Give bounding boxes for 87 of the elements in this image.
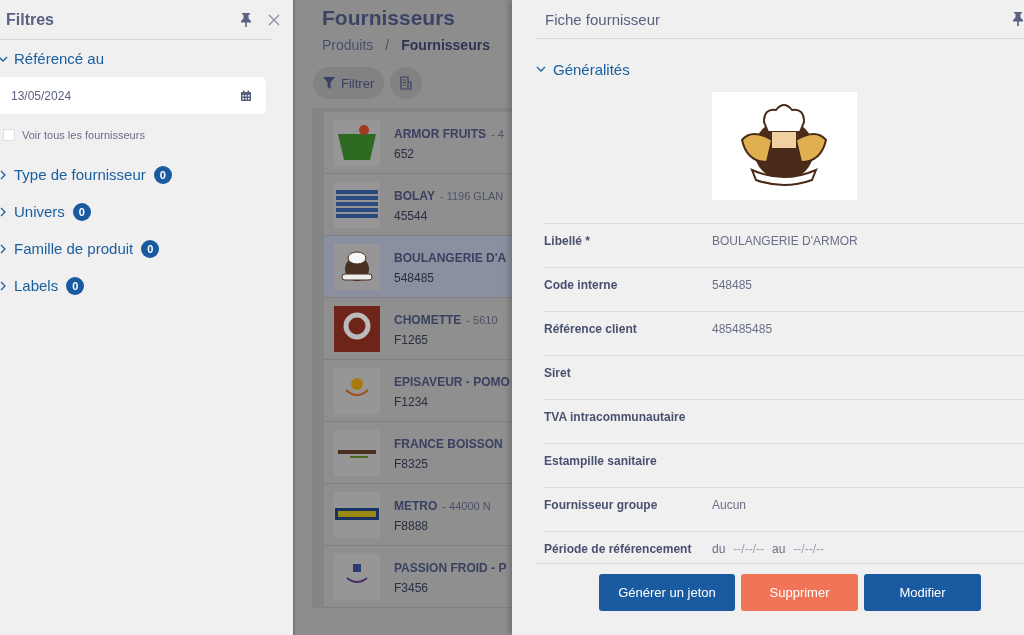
supplier-row[interactable]: METRO - 44000 N F8888 <box>324 484 512 546</box>
chevron-icon <box>0 243 8 254</box>
chevron-icon <box>0 206 8 217</box>
date-value: --/--/-- <box>733 542 764 556</box>
checkbox-label: Voir tous les fournisseurs <box>22 129 145 141</box>
filter-section-toggle[interactable]: Type de fournisseur 0 <box>0 156 273 193</box>
field-label: TVA intracommunautaire <box>544 410 687 424</box>
field-value: 548485 <box>712 278 753 292</box>
field-label: Référence client <box>544 322 638 336</box>
supplier-code: 548485 <box>394 271 436 285</box>
field-label: Siret <box>544 366 572 380</box>
pin-icon[interactable] <box>240 12 252 27</box>
count-badge: 0 <box>141 239 160 258</box>
date-field[interactable]: 13/05/2024 <box>0 77 266 114</box>
supplier-row[interactable]: BOULANGERIE D'A 548485 <box>324 236 512 298</box>
from-label: du <box>712 542 726 556</box>
filter-section-toggle[interactable]: Univers 0 <box>0 193 273 230</box>
supplier-code: 652 <box>394 147 416 161</box>
supplier-name: ARMOR FRUITS <box>394 127 486 141</box>
supplier-location: - 44000 N <box>442 500 491 512</box>
supplier-row[interactable]: ARMOR FRUITS - 4 652 <box>324 112 512 174</box>
supplier-location: - 4 <box>491 128 504 140</box>
supplier-name: CHOMETTE <box>394 313 462 327</box>
field-value: BOULANGERIE D'ARMOR <box>712 234 858 248</box>
supplier-code: F1265 <box>394 333 430 347</box>
checkbox[interactable] <box>3 129 15 141</box>
logo-placeholder <box>334 243 380 290</box>
export-button[interactable] <box>390 67 423 99</box>
filter-section-toggle[interactable]: Labels 0 <box>0 267 273 304</box>
filter-button[interactable]: Filtrer <box>313 67 385 99</box>
action-button[interactable]: Générer un jeton <box>599 574 735 611</box>
pin-icon[interactable] <box>1012 12 1024 26</box>
logo-placeholder <box>334 429 380 476</box>
supplier-location: - 1196 GLAN <box>439 190 504 202</box>
supplier-name: PASSION FROID - P <box>394 561 507 575</box>
field-label: Estampille sanitaire <box>544 454 658 468</box>
document-icon <box>399 76 414 90</box>
logo-placeholder <box>334 553 380 600</box>
supplier-row[interactable]: FRANCE BOISSON F8325 <box>324 422 512 484</box>
logo-placeholder <box>334 181 380 228</box>
count-badge: 0 <box>72 202 91 221</box>
supplier-row[interactable]: BOLAY - 1196 GLAN 45544 <box>324 174 512 236</box>
logo-placeholder <box>334 367 380 414</box>
chevron-icon <box>0 280 8 291</box>
supplier-row[interactable]: CHOMETTE - 5610 F1265 <box>324 298 512 360</box>
chevron-icon <box>536 64 546 74</box>
supplier-location: - 5610 <box>466 314 498 326</box>
calendar-icon <box>240 89 252 102</box>
action-button[interactable]: Modifier <box>864 574 981 611</box>
panel-title: Fiche fournisseur <box>545 10 662 28</box>
supplier-code: 45544 <box>394 209 429 223</box>
field-label: Libellé * <box>544 234 591 248</box>
page-title: Fournisseurs <box>321 6 457 30</box>
supplier-name: BOULANGERIE D'A <box>394 251 507 265</box>
supplier-name: METRO <box>394 499 438 513</box>
filter-icon <box>323 77 335 89</box>
filter-section-toggle[interactable]: Famille de produit 0 <box>0 230 273 267</box>
supplier-name: FRANCE BOISSON <box>394 437 503 451</box>
field-label: Code interne <box>544 278 619 292</box>
close-icon[interactable] <box>268 13 280 26</box>
count-badge: 0 <box>66 276 85 295</box>
supplier-code: F8325 <box>394 457 430 471</box>
count-badge: 0 <box>153 165 172 184</box>
supplier-name: BOLAY <box>394 189 435 203</box>
logo-placeholder <box>334 491 380 538</box>
supplier-name: EPISAVEUR - POMO <box>394 375 510 389</box>
supplier-row[interactable]: EPISAVEUR - POMO F1234 <box>324 360 512 422</box>
field-value: 485485485 <box>712 322 773 336</box>
supplier-code: F3456 <box>394 581 430 595</box>
breadcrumb-link[interactable]: Produits <box>322 37 374 53</box>
panel-title: Filtres <box>6 10 55 29</box>
section-toggle[interactable]: Généralités <box>536 59 1024 79</box>
breadcrumb-current: Fournisseurs <box>401 37 490 53</box>
filter-section-toggle[interactable]: Référencé au <box>0 40 273 77</box>
field-label: Période de référencement <box>544 542 693 556</box>
breadcrumb-separator: / <box>385 37 390 53</box>
to-label: au <box>772 542 786 556</box>
supplier-row[interactable]: PASSION FROID - P F3456 <box>324 546 512 608</box>
supplier-code: F8888 <box>394 519 430 533</box>
delete-button[interactable]: Supprimer <box>741 574 858 611</box>
field-label: Fournisseur groupe <box>544 498 659 512</box>
logo-placeholder <box>334 119 380 166</box>
field-value: Aucun <box>712 498 747 512</box>
logo-placeholder <box>334 305 380 352</box>
supplier-code: F1234 <box>394 395 430 409</box>
chevron-icon <box>0 169 8 180</box>
date-value: --/--/-- <box>793 542 825 556</box>
